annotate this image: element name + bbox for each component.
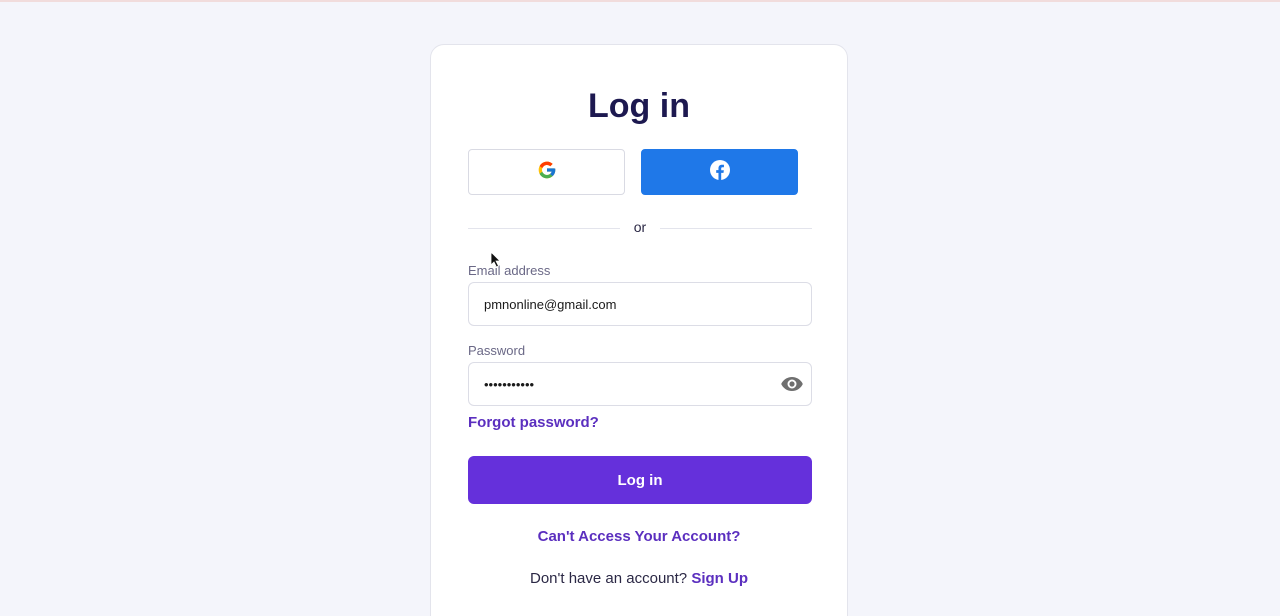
divider-line-right	[660, 228, 812, 229]
facebook-login-button[interactable]	[641, 149, 798, 195]
divider-text: or	[633, 219, 647, 235]
signup-link[interactable]: Sign Up	[691, 570, 748, 587]
signup-prompt: Don't have an account?	[530, 570, 688, 587]
eye-icon[interactable]	[780, 374, 804, 394]
forgot-password-link[interactable]: Forgot password?	[468, 414, 599, 431]
mouse-cursor-icon	[490, 251, 501, 268]
cant-access-account-link[interactable]: Can't Access Your Account?	[431, 528, 847, 545]
signup-row: Don't have an account? Sign Up	[431, 570, 847, 587]
facebook-f-icon	[709, 159, 730, 185]
login-card: Log in or Email address Password	[430, 44, 848, 616]
password-label: Password	[468, 343, 526, 358]
google-g-icon	[537, 160, 557, 185]
google-login-button[interactable]	[468, 149, 625, 195]
page-title: Log in	[588, 87, 690, 125]
email-field[interactable]	[468, 282, 812, 326]
email-label: Email address	[468, 263, 551, 278]
top-border	[0, 0, 1280, 2]
or-divider: or	[468, 219, 812, 237]
password-field[interactable]	[468, 362, 812, 406]
login-button[interactable]: Log in	[468, 456, 812, 504]
